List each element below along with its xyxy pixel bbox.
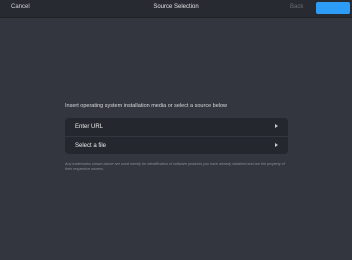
- continue-button-label: Continue: [322, 5, 343, 11]
- source-row-label: Enter URL: [75, 124, 104, 130]
- source-prompt: Insert operating system installation med…: [65, 103, 228, 109]
- header-bar: Cancel Source Selection Back Continue: [0, 0, 352, 18]
- trademark-disclaimer: Any trademarks shown above are used mere…: [65, 162, 285, 171]
- source-row-select-file[interactable]: Select a file: [65, 136, 288, 154]
- back-button[interactable]: Back: [290, 4, 303, 10]
- source-row-label: Select a file: [75, 143, 107, 149]
- source-selection-window: Cancel Source Selection Back Continue In…: [0, 0, 352, 260]
- source-row-enter-url[interactable]: Enter URL: [65, 118, 288, 136]
- chevron-right-icon: [275, 124, 278, 128]
- chevron-right-icon: [275, 143, 278, 147]
- source-list: Enter URL Select a file: [65, 118, 288, 154]
- continue-button[interactable]: Continue: [316, 2, 350, 14]
